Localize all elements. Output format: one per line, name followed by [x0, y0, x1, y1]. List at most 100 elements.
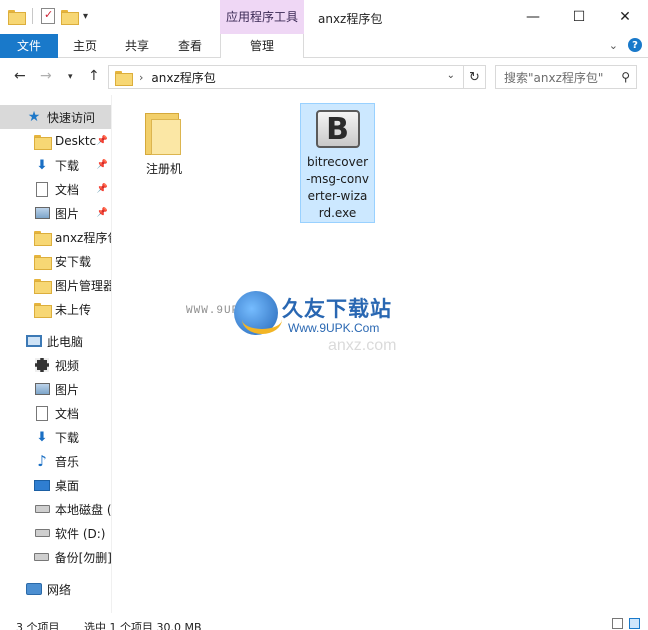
sidebar-item-label: 网络	[47, 582, 72, 597]
pin-icon[interactable]: 📌	[97, 160, 108, 170]
sidebar-item-this-pc[interactable]: 此电脑	[0, 329, 111, 353]
back-arrow-icon[interactable]: ←	[14, 68, 26, 84]
file-name-line: rd.exe	[318, 206, 357, 220]
globe-logo-icon	[234, 291, 282, 335]
video-icon	[34, 357, 50, 373]
sidebar-item-pictures[interactable]: 图片 📌	[0, 201, 111, 225]
sidebar-item-label: 快速访问	[47, 110, 96, 125]
folder-icon	[8, 9, 26, 25]
sidebar-item-pc-downloads[interactable]: ⬇ 下载	[0, 425, 111, 449]
close-button[interactable]: ✕	[602, 0, 648, 34]
sidebar-item-label: 图片	[55, 206, 80, 221]
quick-access-toolbar: ▾	[8, 8, 88, 25]
folder-icon	[34, 253, 52, 270]
sidebar-item-local-disk[interactable]: 本地磁盘 (	[0, 497, 112, 521]
sidebar-item-label: 图片	[55, 382, 80, 397]
music-icon: ♪	[37, 452, 47, 470]
large-icons-view-icon[interactable]	[629, 618, 640, 629]
search-icon[interactable]: ⚲	[621, 70, 630, 84]
new-folder-icon[interactable]	[61, 9, 79, 25]
file-name-line: bitrecover	[306, 155, 369, 169]
sidebar-item-pc-documents[interactable]: 文档	[0, 401, 111, 425]
download-icon: ⬇	[36, 157, 48, 173]
sidebar-item-documents[interactable]: 文档 📌	[0, 177, 111, 201]
sidebar-item-software-d[interactable]: 软件 (D:)	[0, 521, 111, 545]
folder-icon	[34, 229, 52, 246]
sidebar-item-anxiazai[interactable]: 安下载	[0, 249, 111, 273]
sidebar-item-videos[interactable]: 视频	[0, 353, 111, 377]
disk-icon	[34, 501, 50, 517]
star-icon: ★	[27, 109, 41, 125]
sidebar-item-quick-access[interactable]: ★ 快速访问	[0, 105, 111, 129]
navigation-bar: ← → ▾ ↑ › anxz程序包 ⌄ ↻ 搜索"anxz程序包" ⚲	[0, 59, 648, 95]
breadcrumb-current[interactable]: anxz程序包	[151, 69, 215, 86]
sidebar-item-backup[interactable]: 备份[勿删]	[0, 545, 112, 569]
computer-icon	[26, 333, 42, 349]
maximize-button[interactable]: ☐	[556, 0, 602, 34]
search-placeholder: 搜索"anxz程序包"	[504, 70, 604, 85]
sidebar-item-label: 下载	[55, 430, 80, 445]
folder-icon	[145, 113, 183, 155]
pin-icon[interactable]: 📌	[97, 136, 108, 146]
tab-home[interactable]: 主页	[60, 34, 110, 58]
sidebar-item-label: 未上传	[55, 302, 92, 317]
breadcrumb-separator-icon[interactable]: ›	[139, 71, 143, 84]
sidebar-item-desktop-pc[interactable]: 桌面	[0, 473, 111, 497]
sidebar-item-label: 本地磁盘 (	[55, 502, 112, 517]
recent-locations-icon[interactable]: ▾	[68, 72, 73, 82]
file-item-exe[interactable]: B bitrecover -msg-conv erter-wiza rd.exe	[300, 103, 375, 223]
address-bar[interactable]: › anxz程序包 ⌄	[108, 65, 486, 89]
watermark: WWW.9UPK.COM 久友下载站 Www.9UPK.Com anxz.com	[186, 285, 438, 360]
application-tools-context-tab[interactable]: 应用程序工具	[220, 0, 304, 34]
tab-view[interactable]: 查看	[164, 34, 216, 58]
folder-icon	[115, 70, 133, 86]
details-view-icon[interactable]	[612, 618, 623, 629]
sidebar-item-label: 安下载	[55, 254, 92, 269]
sidebar-item-not-uploaded[interactable]: 未上传	[0, 297, 111, 321]
address-dropdown-icon[interactable]: ⌄	[447, 70, 455, 81]
ribbon-tabs: 文件 主页 共享 查看 管理 ⌄ ?	[0, 34, 648, 58]
status-bar: 3 个项目 选中 1 个项目 30.0 MB	[0, 613, 648, 630]
sidebar-item-picture-manager[interactable]: 图片管理器	[0, 273, 112, 297]
sidebar-item-label: 图片管理器	[55, 278, 112, 293]
application-icon: B	[315, 110, 360, 148]
minimize-button[interactable]: —	[510, 0, 556, 34]
search-input[interactable]: 搜索"anxz程序包" ⚲	[495, 65, 637, 89]
up-arrow-icon[interactable]: ↑	[88, 68, 100, 84]
sidebar-item-label: 备份[勿删]	[54, 550, 112, 565]
expand-ribbon-icon[interactable]: ⌄	[609, 39, 618, 52]
document-icon	[34, 405, 50, 421]
tab-file[interactable]: 文件	[0, 34, 58, 58]
properties-icon[interactable]	[41, 8, 55, 24]
pin-icon[interactable]: 📌	[97, 184, 108, 194]
sidebar-item-music[interactable]: ♪ 音乐	[0, 449, 111, 473]
sidebar-item-label: 文档	[55, 406, 80, 421]
download-icon: ⬇	[36, 429, 48, 445]
refresh-button[interactable]: ↻	[463, 65, 486, 89]
file-name: 注册机	[145, 162, 182, 176]
sidebar-item-label: Desktc	[55, 134, 97, 148]
watermark-url: Www.9UPK.Com	[288, 321, 380, 335]
tab-manage[interactable]: 管理	[220, 34, 304, 58]
sidebar-item-desktop[interactable]: Desktc 📌	[0, 129, 111, 153]
sidebar-item-downloads[interactable]: ⬇ 下载 📌	[0, 153, 111, 177]
file-item-folder[interactable]: 注册机	[135, 101, 193, 178]
forward-arrow-icon[interactable]: →	[40, 68, 52, 84]
sidebar-item-label: 桌面	[55, 478, 80, 493]
folder-icon	[34, 133, 52, 150]
pin-icon[interactable]: 📌	[97, 208, 108, 218]
title-bar: ▾ 应用程序工具 anxz程序包 — ☐ ✕	[0, 0, 648, 34]
sidebar-item-label: 视频	[55, 358, 80, 373]
sidebar-item-pc-pictures[interactable]: 图片	[0, 377, 111, 401]
customize-toolbar-icon[interactable]: ▾	[83, 11, 88, 22]
navigation-pane[interactable]: ★ 快速访问 Desktc 📌 ⬇ 下载 📌 文档 📌 图片 📌 anxz程序包…	[0, 95, 112, 613]
document-icon	[34, 181, 50, 197]
file-name-line: erter-wiza	[307, 189, 368, 203]
window-title: anxz程序包	[318, 12, 383, 26]
sidebar-item-anxz[interactable]: anxz程序包	[0, 225, 111, 249]
help-icon[interactable]: ?	[628, 38, 642, 52]
sidebar-item-label: 下载	[55, 158, 80, 173]
toolbar-divider	[32, 8, 33, 24]
sidebar-item-network[interactable]: 网络	[0, 577, 111, 601]
tab-share[interactable]: 共享	[112, 34, 162, 58]
